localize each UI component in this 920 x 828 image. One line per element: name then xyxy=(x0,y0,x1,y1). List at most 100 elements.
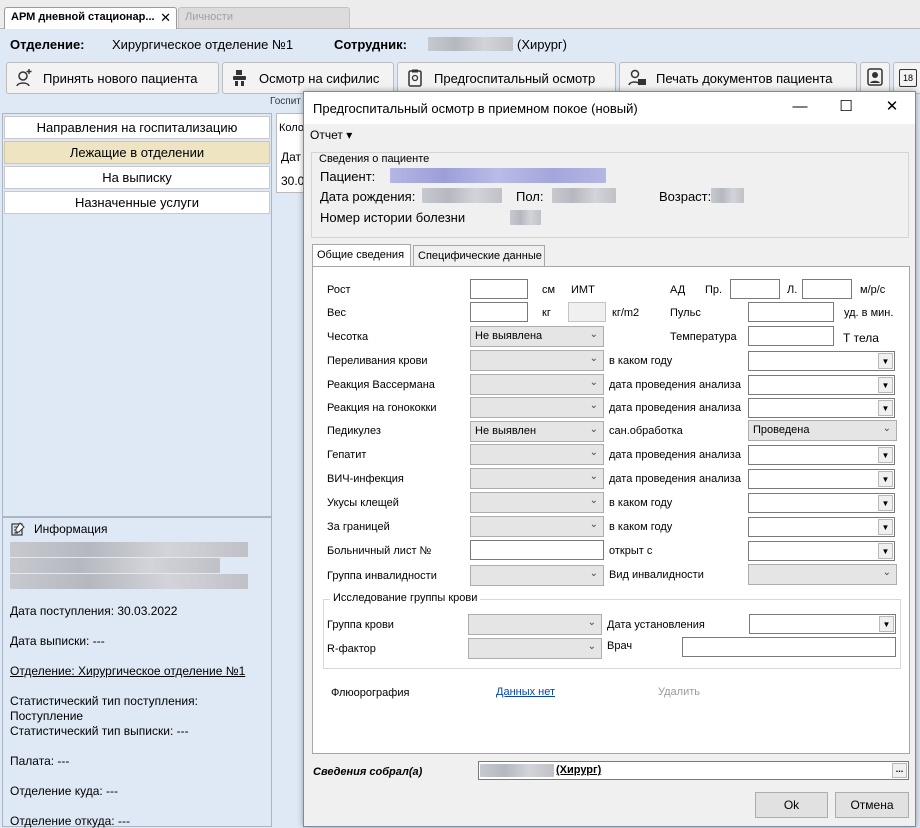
pulse-label: Пульс xyxy=(670,307,701,319)
report-menu[interactable]: Отчет ▾ xyxy=(310,128,352,142)
bp-right-input[interactable] xyxy=(730,279,780,299)
dropdown-arrow-icon: ▼ xyxy=(878,543,893,559)
behind-label-gospit: Госпит xyxy=(270,96,301,107)
chevron-down-icon: ⌄ xyxy=(589,424,598,435)
sex-label: Пол: xyxy=(516,189,544,204)
patient-group-caption: Сведения о пациенте xyxy=(319,153,430,165)
general-tab-page: Рост см ИМТ АД Пр. Л. м/р/с Вес кг кг/m2… xyxy=(312,266,910,754)
sanitation-label: сан.обработка xyxy=(609,425,683,437)
ticks-select[interactable]: ⌄ xyxy=(470,492,604,513)
bmi-label: ИМТ xyxy=(571,284,595,296)
chevron-down-icon: ⌄ xyxy=(589,519,598,530)
doctor-label: Врач xyxy=(607,640,633,652)
chevron-down-icon: ⌄ xyxy=(589,377,598,388)
no-data-link[interactable]: Данных нет xyxy=(496,686,555,698)
prehosp-exam-button[interactable]: Предгоспитальный осмотр xyxy=(397,62,616,94)
sex-redacted xyxy=(552,188,616,206)
sick-leave-input[interactable] xyxy=(470,540,604,560)
add-patient-icon xyxy=(13,67,35,89)
minimize-icon[interactable]: — xyxy=(777,92,823,122)
wasserman-label: Реакция Вассермана xyxy=(327,379,435,391)
calendar-button[interactable]: 18 xyxy=(893,62,920,94)
transfusion-year-dropdown[interactable]: ▼ xyxy=(748,351,895,371)
tab-general[interactable]: Общие сведения xyxy=(312,244,411,266)
dept-value: Хирургическое отделение №1 xyxy=(112,37,294,52)
sanitation-select[interactable]: Проведена ⌄ xyxy=(748,420,897,441)
disability-group-label: Группа инвалидности xyxy=(327,570,437,582)
close-icon[interactable]: ✕ xyxy=(160,10,171,26)
collected-by-field[interactable]: (Хирург) ... xyxy=(478,761,909,780)
abroad-select[interactable]: ⌄ xyxy=(470,516,604,537)
scabies-select[interactable]: Не выявлена ⌄ xyxy=(470,326,604,347)
tab-day-hospital[interactable]: АРМ дневной стационар... ✕ xyxy=(4,7,177,29)
print-documents-button[interactable]: Печать документов пациента xyxy=(619,62,857,94)
wasserman-select[interactable]: ⌄ xyxy=(470,374,604,395)
blood-group-select[interactable]: ⌄ xyxy=(468,614,602,635)
bmi-value xyxy=(568,302,606,322)
transfusion-select[interactable]: ⌄ xyxy=(470,350,604,371)
gonococcus-select[interactable]: ⌄ xyxy=(470,397,604,418)
dialog-menubar: Отчет ▾ xyxy=(304,124,915,146)
dialog-title: Предгоспитальный осмотр в приемном покое… xyxy=(313,101,638,116)
bp-left-input[interactable] xyxy=(802,279,852,299)
tab-persons[interactable]: Личности xyxy=(178,7,350,28)
dropdown-arrow-icon: ▼ xyxy=(878,447,893,463)
collector-role: (Хирург) xyxy=(556,764,602,776)
weight-input[interactable] xyxy=(470,302,528,322)
close-dialog-icon[interactable]: ✕ xyxy=(869,92,915,122)
fluoro-label: Флюорография xyxy=(331,687,410,699)
nav-discharge[interactable]: На выписку xyxy=(4,166,270,189)
nav-in-department[interactable]: Лежащие в отделении xyxy=(4,141,270,164)
nav-assigned-services[interactable]: Назначенные услуги xyxy=(4,191,270,214)
ellipsis-button[interactable]: ... xyxy=(892,763,907,778)
employee-name-redacted xyxy=(428,37,513,54)
ok-button[interactable]: Ok xyxy=(755,792,828,818)
info-discharge-date: Дата выписки: --- xyxy=(10,634,105,648)
rh-select[interactable]: ⌄ xyxy=(468,638,602,659)
temperature-input[interactable] xyxy=(748,326,834,346)
tab-strip: АРМ дневной стационар... ✕ Личности xyxy=(0,0,920,29)
disability-type-select[interactable]: ⌄ xyxy=(748,564,897,585)
info-stat-in-value: Поступление xyxy=(10,709,84,723)
hiv-select[interactable]: ⌄ xyxy=(470,468,604,489)
new-patient-button[interactable]: Принять нового пациента xyxy=(6,62,219,94)
syphilis-exam-button[interactable]: Осмотр на сифилис xyxy=(222,62,394,94)
hepatitis-select[interactable]: ⌄ xyxy=(470,444,604,465)
height-input[interactable] xyxy=(470,279,528,299)
info-department-link[interactable]: Отделение: Хирургическое отделение №1 xyxy=(10,664,245,678)
hepatitis-date-dropdown[interactable]: ▼ xyxy=(748,445,895,465)
calendar-icon: 18 xyxy=(899,69,917,87)
chevron-down-icon: ⌄ xyxy=(589,495,598,506)
pediculosis-select[interactable]: Не выявлен ⌄ xyxy=(470,421,604,442)
hiv-date-dropdown[interactable]: ▼ xyxy=(748,469,895,489)
wasserman-date-dropdown[interactable]: ▼ xyxy=(748,375,895,395)
weight-label: Вес xyxy=(327,307,346,319)
bp-label: АД xyxy=(670,284,686,296)
disability-group-select[interactable]: ⌄ xyxy=(470,565,604,586)
maximize-icon[interactable]: ☐ xyxy=(823,92,869,122)
doctor-input[interactable] xyxy=(682,637,896,657)
ticks-year-dropdown[interactable]: ▼ xyxy=(748,493,895,513)
dob-label: Дата рождения: xyxy=(320,189,416,204)
ticks-year-label: в каком году xyxy=(609,497,673,509)
cancel-button[interactable]: Отмена xyxy=(835,792,909,818)
nav-hosp-referrals[interactable]: Направления на госпитализацию xyxy=(4,116,270,139)
chevron-down-icon: ⌄ xyxy=(589,329,598,340)
chevron-down-icon: ⌄ xyxy=(587,617,596,628)
abroad-year-label: в каком году xyxy=(609,521,673,533)
abroad-year-dropdown[interactable]: ▼ xyxy=(748,517,895,537)
transfusion-year-label: в каком году xyxy=(609,355,673,367)
opened-from-dropdown[interactable]: ▼ xyxy=(748,541,895,561)
doctor-icon xyxy=(865,67,885,90)
gonococcus-date-dropdown[interactable]: ▼ xyxy=(748,398,895,418)
pulse-input[interactable] xyxy=(748,302,834,322)
tab-specific[interactable]: Специфические данные xyxy=(413,245,545,266)
doctor-schedule-button[interactable] xyxy=(860,62,890,94)
info-ward: Палата: --- xyxy=(10,754,70,768)
info-dept-to: Отделение куда: --- xyxy=(10,784,119,798)
info-stat-out: Статистический тип выписки: --- xyxy=(10,724,189,738)
info-dept-from: Отделение откуда: --- xyxy=(10,814,130,828)
age-redacted xyxy=(711,188,744,206)
collector-name-redacted xyxy=(480,764,554,780)
est-date-dropdown[interactable]: ▼ xyxy=(749,614,896,634)
